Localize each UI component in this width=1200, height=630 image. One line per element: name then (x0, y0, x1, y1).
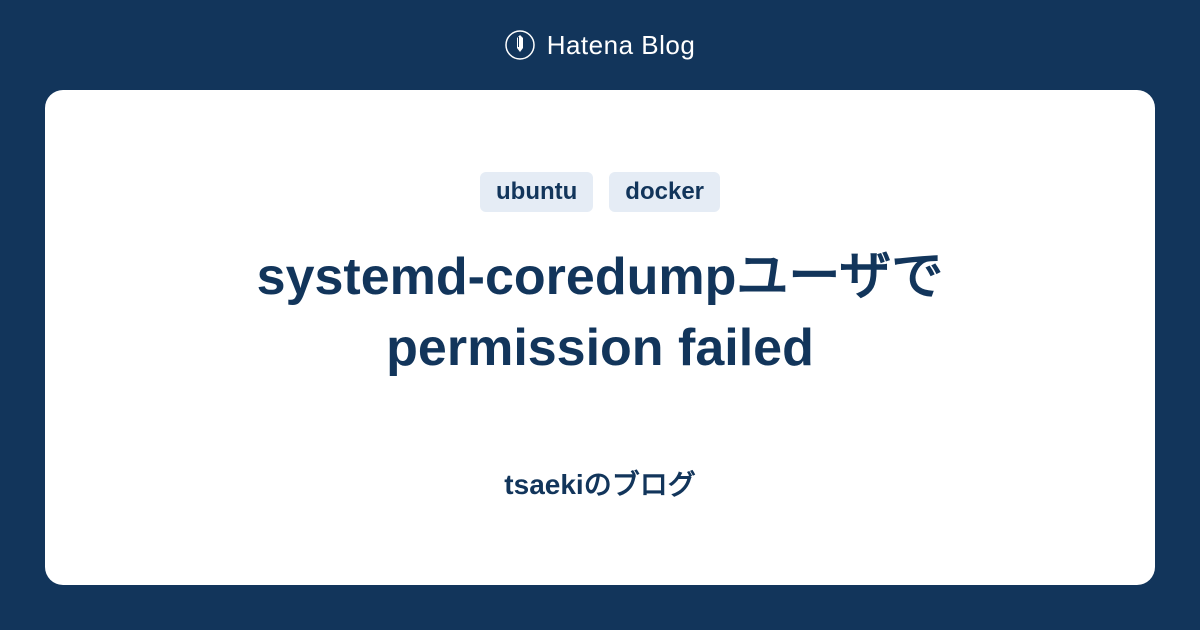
blog-name: tsaekiのブログ (504, 463, 695, 503)
article-title: systemd-coredumpユーザでpermission failed (150, 242, 1050, 382)
tag-list: ubuntu docker (480, 172, 720, 212)
brand-name: Hatena Blog (547, 30, 696, 61)
content-card: ubuntu docker systemd-coredumpユーザでpermis… (45, 90, 1155, 585)
hatena-logo-icon (505, 30, 535, 60)
header: Hatena Blog (505, 0, 696, 90)
tag[interactable]: docker (609, 172, 720, 212)
tag[interactable]: ubuntu (480, 172, 593, 212)
